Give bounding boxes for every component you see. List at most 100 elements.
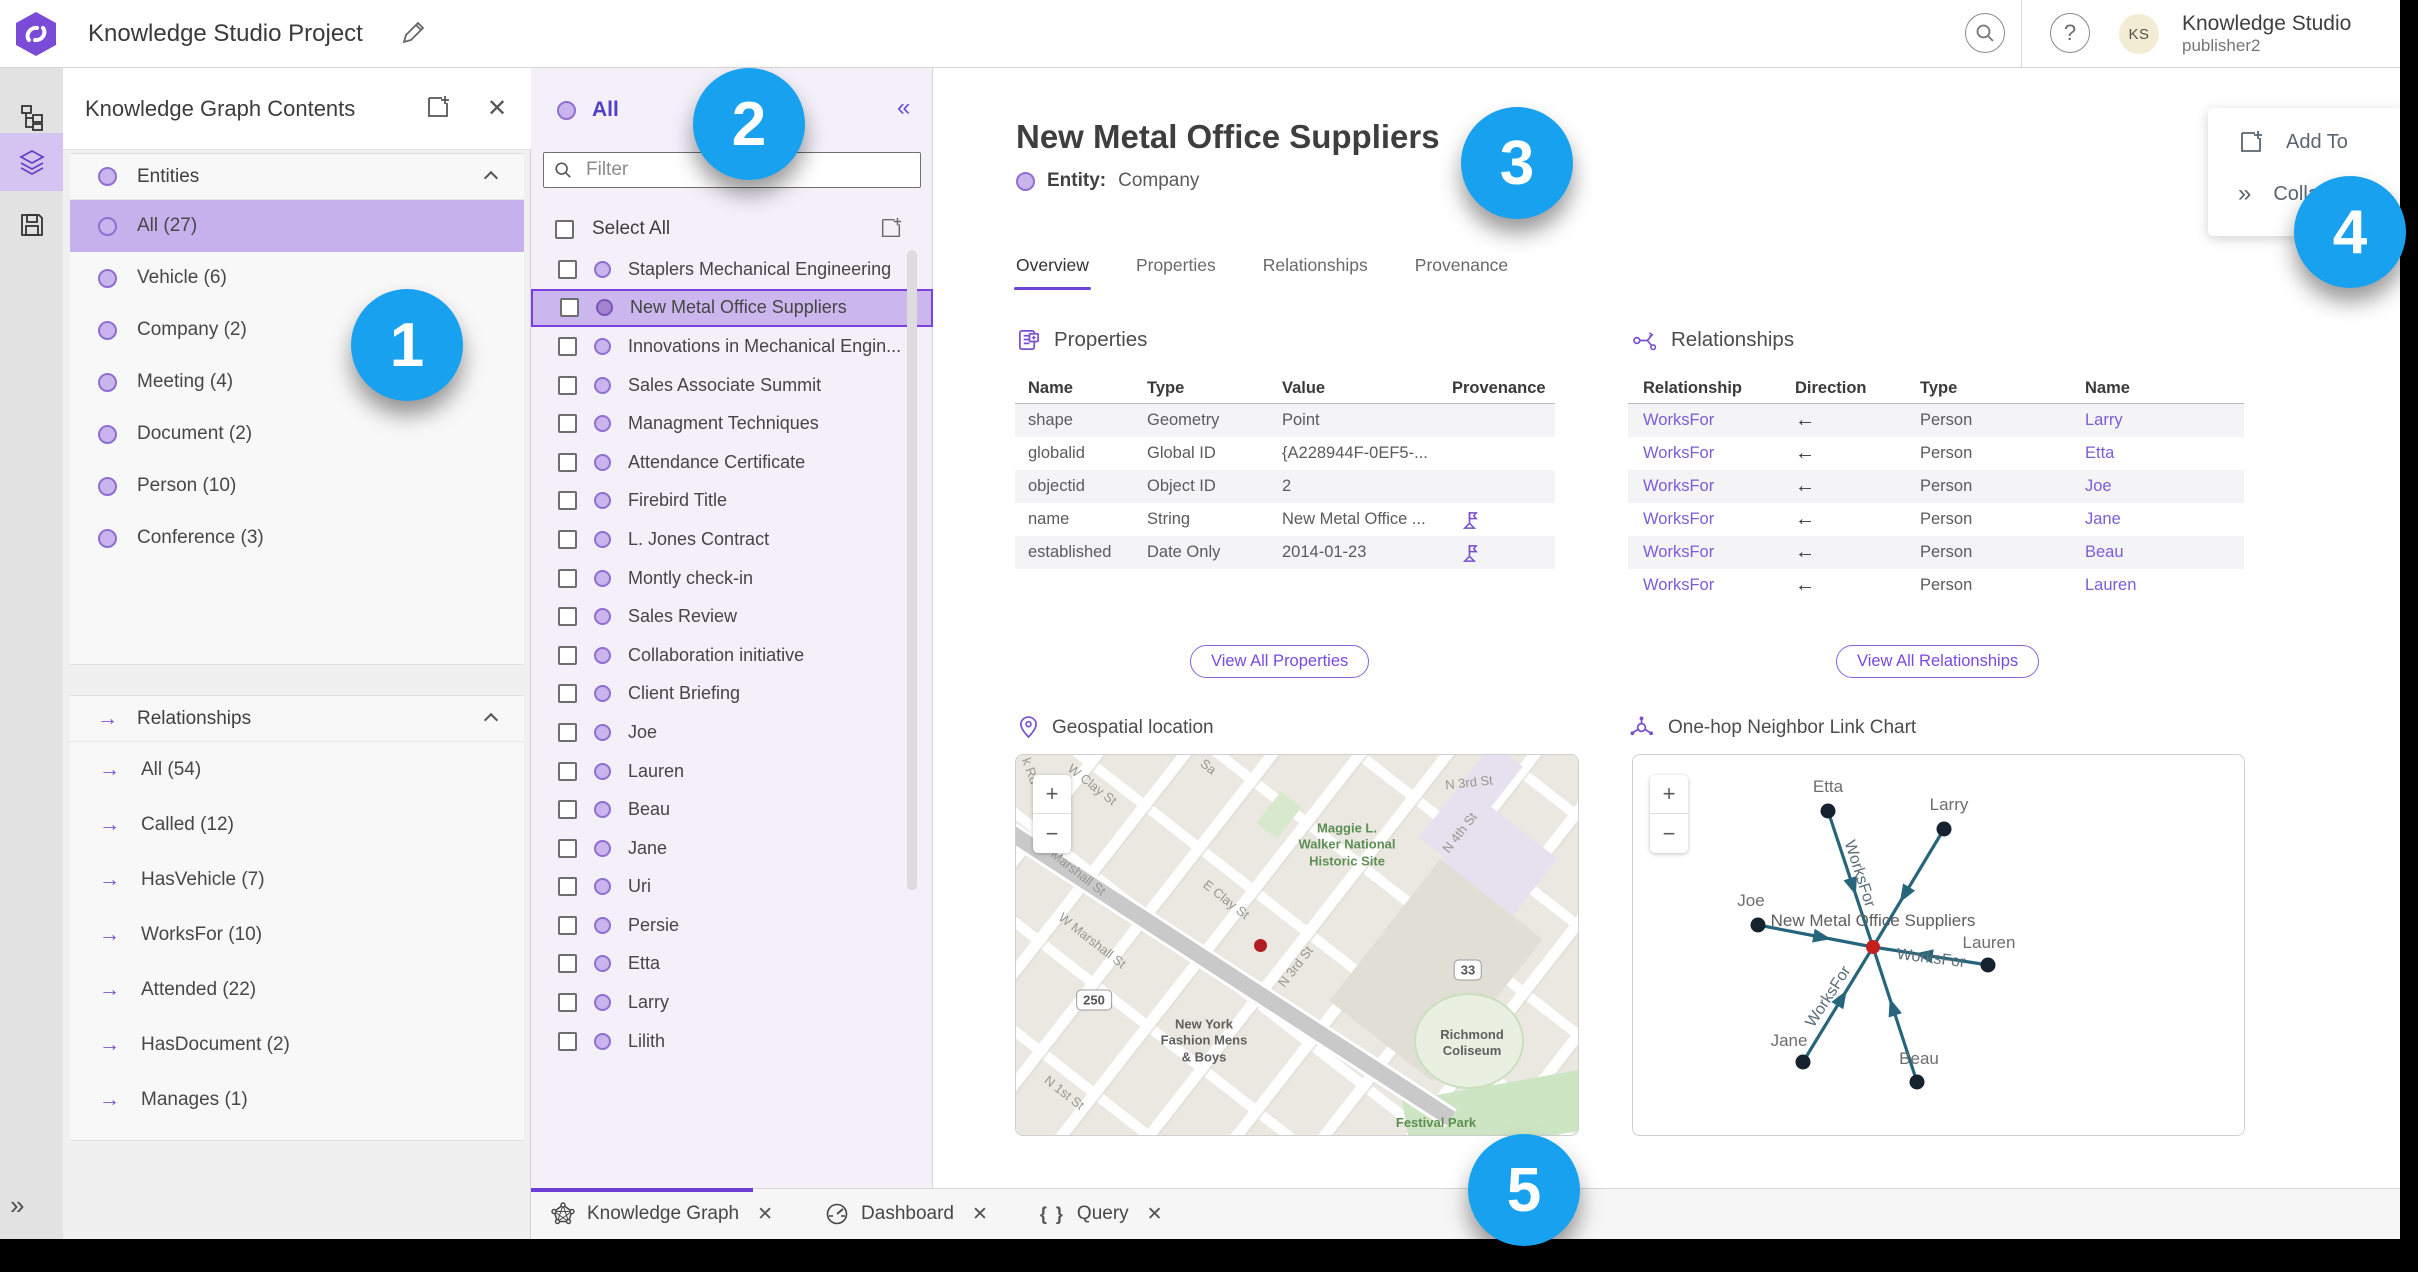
zoom-out-button[interactable]: − <box>1033 814 1071 853</box>
entity-type-item[interactable]: All (27) <box>70 200 524 252</box>
entity-list-item[interactable]: Attendance Certificate <box>531 443 933 482</box>
item-checkbox[interactable] <box>558 722 577 742</box>
relationship-type-item[interactable]: → Attended (22) <box>70 962 524 1017</box>
item-checkbox[interactable] <box>558 838 577 858</box>
item-checkbox[interactable] <box>558 800 577 820</box>
entity-list-item[interactable]: New Metal Office Suppliers <box>531 288 933 328</box>
relationship-link[interactable]: WorksFor <box>1628 477 1795 496</box>
entity-list-item[interactable]: L. Jones Contract <box>531 520 933 559</box>
relationship-type-item[interactable]: → Called (12) <box>70 797 524 852</box>
link-chart-node[interactable] <box>1909 1074 1925 1090</box>
close-tab-icon[interactable]: ✕ <box>757 1203 773 1226</box>
detail-tab[interactable]: Provenance <box>1415 255 1508 290</box>
item-checkbox[interactable] <box>558 684 577 704</box>
entity-list-item[interactable]: Sales Associate Summit <box>531 366 933 405</box>
related-entity-link[interactable]: Joe <box>2085 477 2215 496</box>
item-checkbox[interactable] <box>558 452 577 472</box>
provenance-cell[interactable] <box>1452 444 1552 464</box>
entity-list-item[interactable]: Sales Review <box>531 597 933 636</box>
relationship-type-item[interactable]: → Manages (1) <box>70 1072 524 1127</box>
link-chart-node[interactable] <box>1795 1054 1811 1070</box>
relationships-section-header[interactable]: → Relationships <box>70 696 524 742</box>
related-entity-link[interactable]: Larry <box>2085 411 2215 430</box>
add-selection-icon[interactable] <box>879 216 903 240</box>
item-checkbox[interactable] <box>558 375 577 395</box>
add-to-menu-item[interactable]: Add To <box>2208 116 2400 168</box>
entity-list-item[interactable]: Client Briefing <box>531 675 933 714</box>
item-checkbox[interactable] <box>558 491 577 511</box>
detail-tab[interactable]: Properties <box>1136 255 1216 290</box>
link-chart[interactable]: + − Etta Larry Joe Lauren Jane Beau New Metal … <box>1632 754 2245 1136</box>
entity-list-item[interactable]: Collaboration initiative <box>531 636 933 675</box>
geospatial-map[interactable]: + − k Rd W Clay St Sa N 3rd St N 4th St Maggi… <box>1015 754 1579 1136</box>
zoom-in-button[interactable]: + <box>1650 775 1688 814</box>
expand-rail-button[interactable]: » <box>10 1190 24 1221</box>
close-tab-icon[interactable]: ✕ <box>1147 1203 1163 1226</box>
entity-list-item[interactable]: Lauren <box>531 752 933 791</box>
link-chart-node[interactable] <box>1820 803 1836 819</box>
related-entity-link[interactable]: Lauren <box>2085 576 2215 595</box>
entity-list-item[interactable]: Joe <box>531 713 933 752</box>
entity-list-item[interactable]: Managment Techniques <box>531 404 933 443</box>
relationship-type-item[interactable]: → WorksFor (10) <box>70 907 524 962</box>
item-checkbox[interactable] <box>558 568 577 588</box>
entity-list-item[interactable]: Firebird Title <box>531 482 933 521</box>
entity-list-item[interactable]: Larry <box>531 983 933 1022</box>
entity-list-item[interactable]: Etta <box>531 945 933 984</box>
entity-type-item[interactable]: Vehicle (6) <box>70 252 524 304</box>
link-chart-node[interactable] <box>1980 957 1996 973</box>
tab-knowledge-graph[interactable]: Knowledge Graph ✕ <box>551 1202 773 1226</box>
view-all-relationships-button[interactable]: View All Relationships <box>1836 645 2040 678</box>
search-button[interactable] <box>1965 13 2005 53</box>
provenance-cell[interactable] <box>1452 477 1552 497</box>
entity-list-item[interactable]: Beau <box>531 790 933 829</box>
view-all-properties-button[interactable]: View All Properties <box>1190 645 1370 678</box>
relationship-link[interactable]: WorksFor <box>1628 510 1795 529</box>
item-checkbox[interactable] <box>558 954 577 974</box>
entity-list-item[interactable]: Jane <box>531 829 933 868</box>
select-all-checkbox[interactable] <box>555 219 574 239</box>
provenance-cell[interactable] <box>1452 543 1552 563</box>
entity-list-item[interactable]: Innovations in Mechanical Engin... <box>531 327 933 366</box>
add-to-new-icon[interactable] <box>425 94 451 120</box>
item-checkbox[interactable] <box>558 259 577 279</box>
entity-list-item[interactable]: Montly check-in <box>531 559 933 598</box>
relationship-link[interactable]: WorksFor <box>1628 543 1795 562</box>
item-checkbox[interactable] <box>558 607 577 627</box>
help-button[interactable]: ? <box>2050 13 2090 53</box>
item-checkbox[interactable] <box>558 414 577 434</box>
edit-title-icon[interactable] <box>400 20 426 46</box>
entity-type-item[interactable]: Conference (3) <box>70 512 524 564</box>
related-entity-link[interactable]: Etta <box>2085 444 2215 463</box>
item-checkbox[interactable] <box>560 298 579 318</box>
item-checkbox[interactable] <box>558 915 577 935</box>
relationship-link[interactable]: WorksFor <box>1628 444 1795 463</box>
item-checkbox[interactable] <box>558 336 577 356</box>
item-checkbox[interactable] <box>558 529 577 549</box>
relationship-type-item[interactable]: → All (54) <box>70 742 524 797</box>
provenance-cell[interactable] <box>1452 411 1552 431</box>
link-chart-center-node[interactable] <box>1866 940 1880 954</box>
tab-query[interactable]: { } Query ✕ <box>1040 1203 1163 1226</box>
zoom-out-button[interactable]: − <box>1650 814 1688 853</box>
close-panel-button[interactable]: ✕ <box>487 94 507 123</box>
related-entity-link[interactable]: Jane <box>2085 510 2215 529</box>
entity-list-item[interactable]: Lilith <box>531 1022 933 1061</box>
entity-type-item[interactable]: Document (2) <box>70 408 524 460</box>
list-scrollbar[interactable] <box>907 250 917 890</box>
relationship-link[interactable]: WorksFor <box>1628 576 1795 595</box>
provenance-cell[interactable] <box>1452 510 1552 530</box>
item-checkbox[interactable] <box>558 993 577 1013</box>
contents-layers-button[interactable] <box>0 133 63 191</box>
close-tab-icon[interactable]: ✕ <box>972 1203 988 1226</box>
item-checkbox[interactable] <box>558 877 577 897</box>
relationship-type-item[interactable]: → HasVehicle (7) <box>70 852 524 907</box>
tab-dashboard[interactable]: Dashboard ✕ <box>825 1202 988 1226</box>
item-checkbox[interactable] <box>558 645 577 665</box>
select-all-row[interactable]: Select All <box>531 208 933 250</box>
save-button[interactable] <box>0 196 63 254</box>
item-checkbox[interactable] <box>558 761 577 781</box>
zoom-in-button[interactable]: + <box>1033 775 1071 814</box>
link-chart-node[interactable] <box>1936 821 1952 837</box>
relationship-link[interactable]: WorksFor <box>1628 411 1795 430</box>
